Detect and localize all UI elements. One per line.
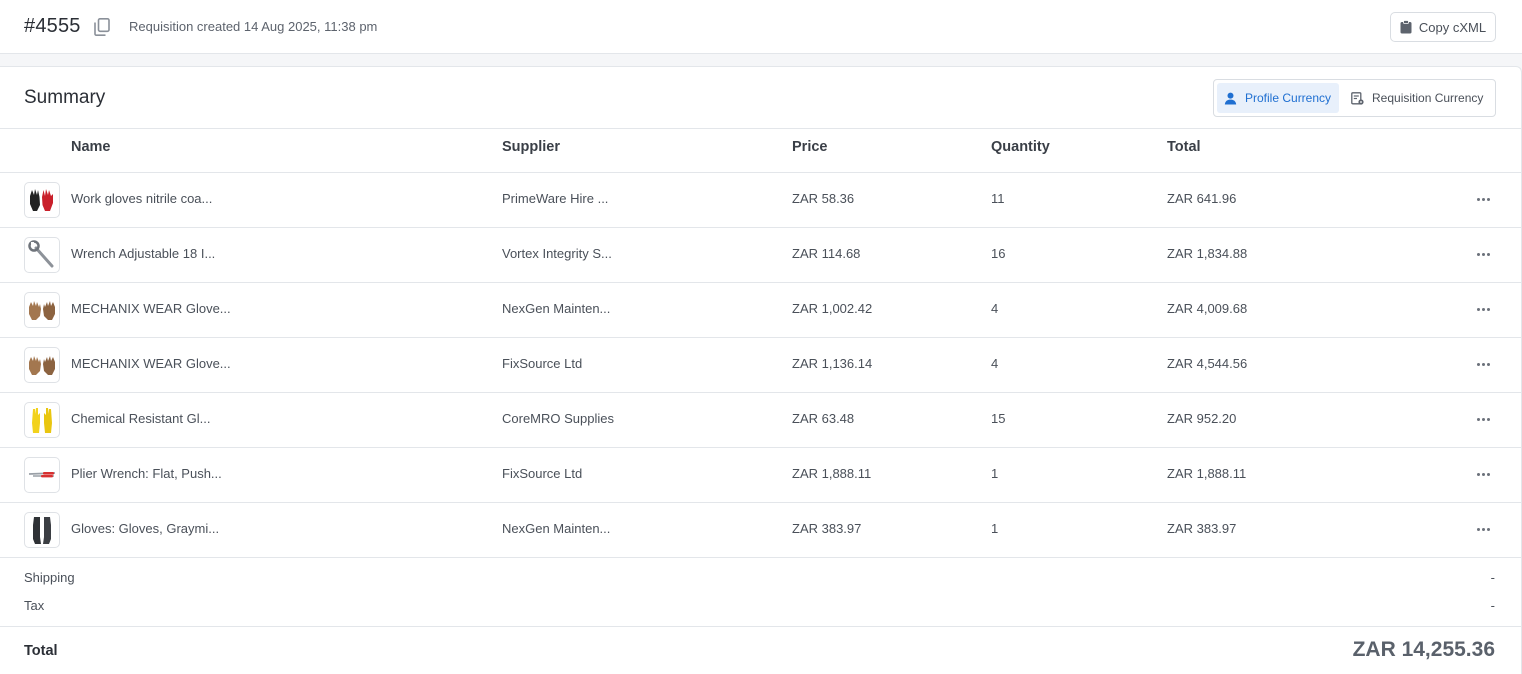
more-options-icon[interactable] — [1474, 465, 1492, 483]
copy-cxml-button[interactable]: Copy cXML — [1390, 12, 1496, 42]
yellow-rubber-gloves-icon — [32, 408, 52, 433]
wrench-icon — [28, 240, 54, 268]
item-supplier: NexGen Mainten... — [502, 301, 611, 316]
table-row[interactable]: Chemical Resistant Gl... CoreMRO Supplie… — [0, 392, 1522, 447]
item-price: ZAR 383.97 — [792, 521, 862, 536]
total-divider — [0, 626, 1522, 627]
item-total: ZAR 4,009.68 — [1167, 301, 1248, 316]
summary-card: Summary Profile Currency Requisition Cur… — [0, 66, 1522, 674]
requisition-id: #4555 — [24, 15, 81, 37]
more-options-icon[interactable] — [1474, 520, 1492, 538]
column-header-total: Total — [1167, 139, 1201, 155]
item-supplier: NexGen Mainten... — [502, 521, 611, 536]
table-row[interactable]: MECHANIX WEAR Glove... FixSource Ltd ZAR… — [0, 337, 1522, 392]
more-options-icon[interactable] — [1474, 190, 1492, 208]
item-price: ZAR 63.48 — [792, 411, 855, 426]
requisition-header: #4555 Requisition created 14 Aug 2025, 1… — [0, 0, 1522, 54]
item-name[interactable]: Work gloves nitrile coa... — [71, 191, 212, 206]
column-header-supplier: Supplier — [502, 139, 561, 155]
person-icon — [1224, 92, 1237, 104]
product-thumbnail — [24, 347, 60, 383]
column-header-name: Name — [71, 139, 111, 155]
requisition-currency-label: Requisition Currency — [1372, 91, 1484, 105]
product-thumbnail — [24, 182, 60, 218]
item-total: ZAR 1,834.88 — [1167, 246, 1248, 261]
item-total: ZAR 4,544.56 — [1167, 356, 1248, 371]
tax-value: - — [1490, 598, 1495, 613]
shipping-label: Shipping — [24, 570, 75, 585]
item-name[interactable]: Plier Wrench: Flat, Push... — [71, 466, 222, 481]
shipping-value: - — [1490, 570, 1495, 585]
table-row[interactable]: Work gloves nitrile coa... PrimeWare Hir… — [0, 172, 1522, 227]
product-thumbnail — [24, 512, 60, 548]
item-quantity: 4 — [991, 356, 999, 371]
item-quantity: 1 — [991, 521, 999, 536]
item-quantity: 1 — [991, 466, 999, 481]
item-quantity: 11 — [991, 191, 1005, 206]
profile-currency-label: Profile Currency — [1245, 91, 1332, 105]
product-thumbnail — [24, 457, 60, 493]
requisition-currency-button[interactable]: Requisition Currency — [1344, 83, 1494, 113]
item-total: ZAR 383.97 — [1167, 521, 1237, 536]
leather-gloves-icon — [29, 356, 55, 375]
document-settings-icon — [1351, 91, 1364, 105]
item-name[interactable]: Chemical Resistant Gl... — [71, 411, 210, 426]
column-header-price: Price — [792, 139, 828, 155]
requisition-created-text: Requisition created 14 Aug 2025, 11:38 p… — [129, 19, 378, 34]
item-price: ZAR 1,002.42 — [792, 301, 873, 316]
column-header-quantity: Quantity — [991, 139, 1050, 155]
plier-wrench-icon — [28, 472, 56, 478]
copy-cxml-label: Copy cXML — [1418, 19, 1487, 35]
total-label: Total — [24, 643, 58, 659]
summary-title: Summary — [24, 87, 106, 108]
item-name[interactable]: Wrench Adjustable 18 I... — [71, 246, 215, 261]
more-options-icon[interactable] — [1474, 355, 1492, 373]
item-price: ZAR 58.36 — [792, 191, 855, 206]
black-long-gloves-icon — [33, 517, 51, 544]
copy-icon[interactable] — [94, 18, 110, 36]
more-options-icon[interactable] — [1474, 300, 1492, 318]
tax-label: Tax — [24, 598, 45, 613]
profile-currency-button[interactable]: Profile Currency — [1217, 83, 1339, 113]
item-price: ZAR 1,888.11 — [792, 466, 872, 481]
rows-bottom-divider — [0, 557, 1522, 558]
item-quantity: 4 — [991, 301, 999, 316]
item-price: ZAR 1,136.14 — [792, 356, 873, 371]
table-row[interactable]: Plier Wrench: Flat, Push... FixSource Lt… — [0, 447, 1522, 502]
total-value: ZAR 14,255.36 — [1352, 638, 1495, 661]
product-thumbnail — [24, 402, 60, 438]
item-quantity: 15 — [991, 411, 1006, 426]
product-thumbnail — [24, 292, 60, 328]
table-row[interactable]: Gloves: Gloves, Graymi... NexGen Mainten… — [0, 502, 1522, 557]
item-name[interactable]: Gloves: Gloves, Graymi... — [71, 521, 219, 536]
item-quantity: 16 — [991, 246, 1006, 261]
item-supplier: FixSource Ltd — [502, 466, 583, 481]
item-name[interactable]: MECHANIX WEAR Glove... — [71, 356, 231, 371]
more-options-icon[interactable] — [1474, 410, 1492, 428]
currency-toggle: Profile Currency Requisition Currency — [1213, 79, 1496, 117]
product-thumbnail — [24, 237, 60, 273]
item-supplier: CoreMRO Supplies — [502, 411, 614, 426]
item-price: ZAR 114.68 — [792, 246, 861, 261]
item-supplier: FixSource Ltd — [502, 356, 583, 371]
table-row[interactable]: MECHANIX WEAR Glove... NexGen Mainten...… — [0, 282, 1522, 337]
red-black-gloves-icon — [30, 189, 53, 211]
header-divider — [0, 128, 1522, 129]
item-total: ZAR 1,888.11 — [1167, 466, 1247, 481]
leather-gloves-icon — [29, 301, 55, 320]
item-total: ZAR 952.20 — [1167, 411, 1237, 426]
clipboard-icon — [1400, 20, 1412, 34]
table-row[interactable]: Wrench Adjustable 18 I... Vortex Integri… — [0, 227, 1522, 282]
item-total: ZAR 641.96 — [1167, 191, 1237, 206]
item-name[interactable]: MECHANIX WEAR Glove... — [71, 301, 231, 316]
item-supplier: Vortex Integrity S... — [502, 246, 612, 261]
more-options-icon[interactable] — [1474, 245, 1492, 263]
item-supplier: PrimeWare Hire ... — [502, 191, 609, 206]
